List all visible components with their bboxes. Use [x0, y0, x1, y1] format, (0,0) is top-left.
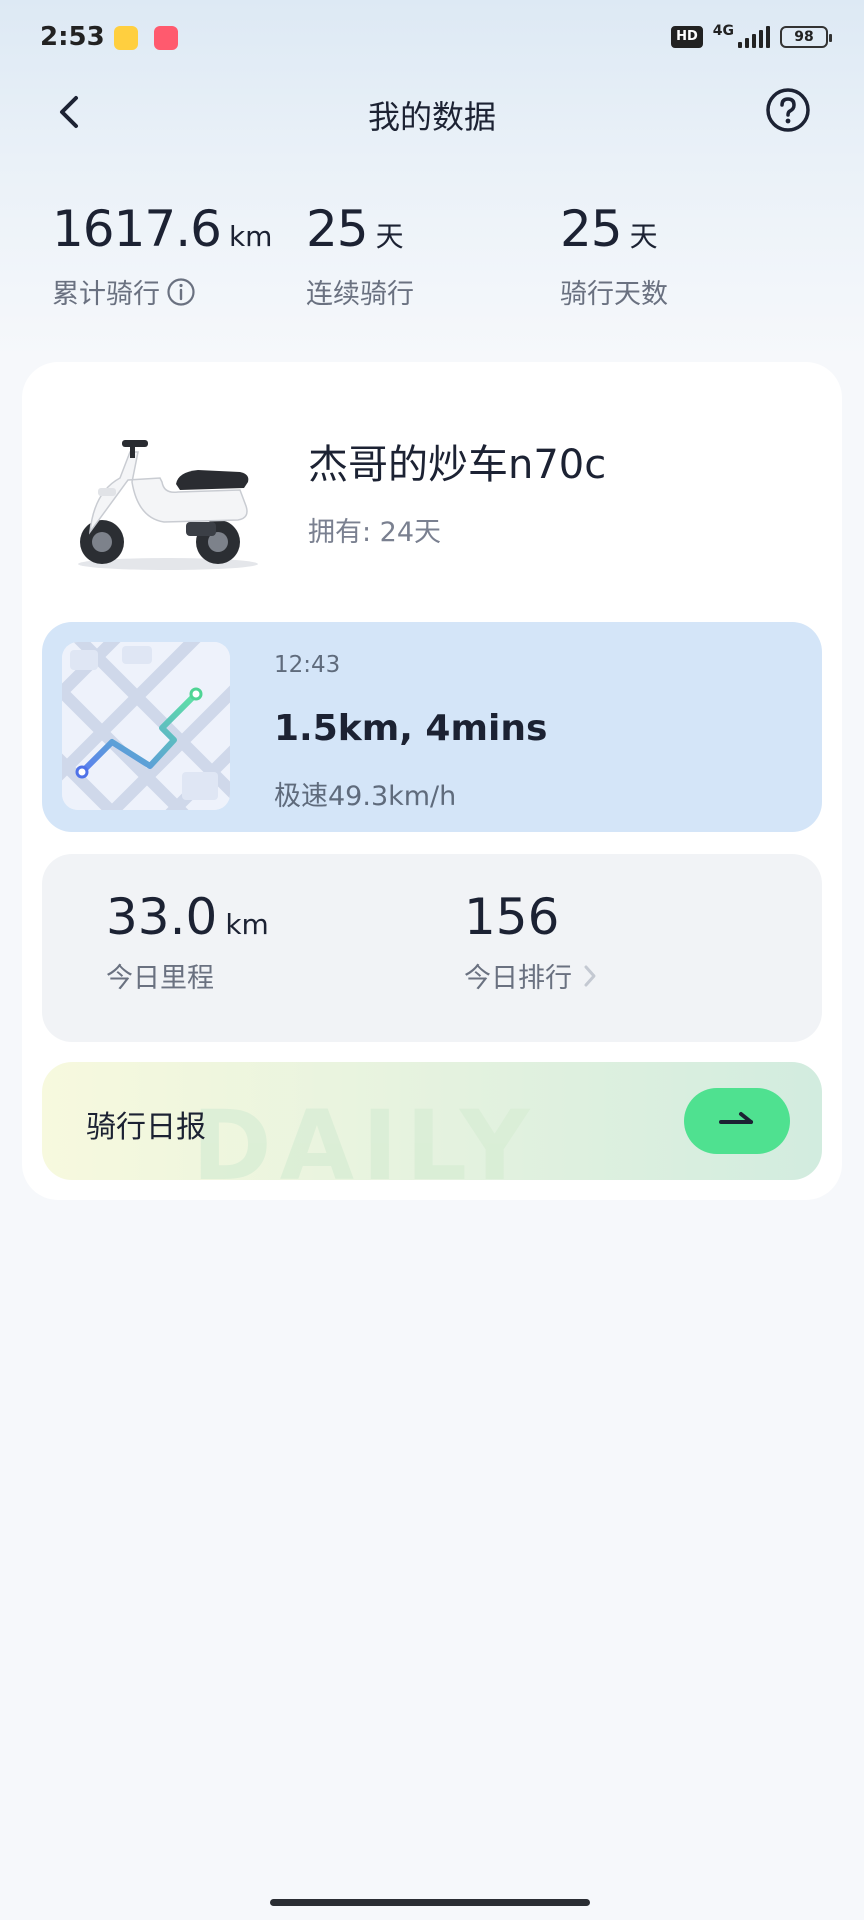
ride-top-speed: 极速49.3km/h — [274, 781, 457, 812]
stat-label: 累计骑行 — [52, 279, 160, 310]
daily-report-card[interactable]: DAILY 骑行日报 — [42, 1062, 822, 1180]
help-button[interactable] — [764, 86, 812, 134]
stat-unit: 天 — [375, 220, 404, 253]
page-title: 我的数据 — [367, 98, 496, 136]
stat-value: 25 — [560, 200, 623, 258]
stat-unit: km — [228, 220, 273, 253]
status-time: 2:53 — [40, 22, 105, 52]
info-icon[interactable] — [166, 277, 196, 307]
scooter-image[interactable] — [68, 422, 268, 582]
route-map-icon — [62, 642, 230, 810]
signal-icon — [738, 26, 770, 48]
stat-value: 25 — [306, 200, 369, 258]
today-rank-value: 156 — [464, 888, 560, 946]
stat-label: 连续骑行 — [306, 279, 414, 310]
arrow-right-icon — [719, 1112, 753, 1124]
stat-label: 骑行天数 — [560, 279, 668, 310]
daily-report-button[interactable] — [684, 1088, 790, 1154]
ride-stats: 1617.6 km 累计骑行 25 天 连续骑行 25 天 骑行天数 — [0, 200, 864, 320]
vehicle-card: 杰哥的炒车n70c 拥有: 24天 12:43 1.5km, 4mins 极速4… — [22, 362, 842, 1200]
vehicle-name: 杰哥的炒车n70c — [308, 442, 607, 488]
network-type: 4G — [712, 23, 734, 39]
stat-value: 1617.6 — [52, 200, 222, 258]
last-ride-card[interactable]: 12:43 1.5km, 4mins 极速49.3km/h — [42, 622, 822, 832]
today-rank[interactable]: 156 今日排行 — [464, 888, 600, 995]
notification-app-icon — [114, 26, 138, 50]
today-mileage-value: 33.0 — [106, 888, 218, 946]
vehicle-owned-days: 拥有: 24天 — [308, 517, 442, 548]
home-indicator[interactable] — [270, 1899, 590, 1906]
status-indicators: HD 4G 98 — [671, 23, 832, 48]
daily-report-label: 骑行日报 — [86, 1110, 206, 1145]
riding-days-stat: 25 天 骑行天数 — [560, 200, 668, 311]
ride-time: 12:43 — [274, 652, 341, 678]
notification-app-icon — [154, 26, 178, 50]
help-icon — [766, 88, 810, 132]
page-header: 我的数据 — [0, 80, 864, 140]
daily-watermark: DAILY — [192, 1090, 538, 1180]
today-rank-label: 今日排行 — [464, 963, 572, 994]
ride-summary: 1.5km, 4mins — [274, 708, 548, 749]
today-mileage: 33.0 km 今日里程 — [106, 888, 269, 995]
today-mileage-label: 今日里程 — [106, 963, 214, 994]
hd-badge: HD — [671, 26, 703, 48]
battery-level: 98 — [794, 29, 814, 45]
status-bar: 2:53 HD 4G 98 — [0, 0, 864, 80]
chevron-right-icon — [584, 965, 596, 986]
consecutive-days-stat: 25 天 连续骑行 — [306, 200, 414, 311]
route-map-thumbnail — [62, 642, 230, 810]
stat-unit: 天 — [629, 220, 658, 253]
today-mileage-unit: km — [225, 908, 269, 941]
today-stats-card: 33.0 km 今日里程 156 今日排行 — [42, 854, 822, 1042]
total-distance-stat: 1617.6 km 累计骑行 — [52, 200, 272, 311]
battery-icon: 98 — [780, 26, 832, 48]
